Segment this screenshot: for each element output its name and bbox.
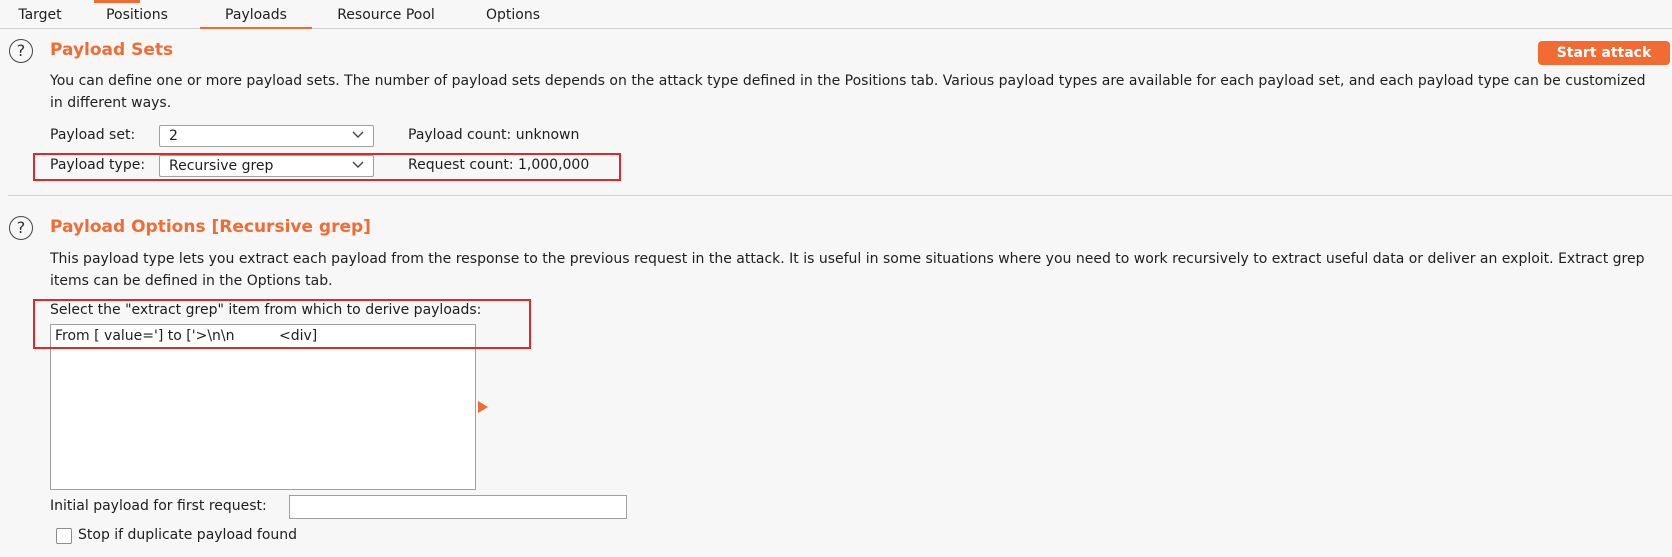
initial-payload-input[interactable] bbox=[289, 495, 627, 519]
payload-count-value: unknown bbox=[515, 127, 580, 143]
chevron-down-icon bbox=[352, 131, 364, 138]
payload-sets-description: You can define one or more payload sets.… bbox=[50, 73, 1646, 111]
payload-options-title: Payload Options [Recursive grep] bbox=[50, 217, 371, 237]
tab-payloads[interactable]: Payloads bbox=[200, 0, 312, 29]
payload-options-description: This payload type lets you extract each … bbox=[50, 251, 1645, 289]
highlight-box bbox=[33, 299, 531, 349]
arrow-right-icon[interactable] bbox=[478, 401, 488, 413]
stop-duplicate-label: Stop if duplicate payload found bbox=[78, 527, 298, 543]
tab-bar: Target Positions Payloads Resource Pool … bbox=[0, 0, 1672, 29]
section-divider bbox=[8, 195, 1672, 196]
payload-set-label: Payload set: bbox=[50, 127, 136, 143]
stop-duplicate-checkbox[interactable] bbox=[56, 528, 72, 544]
payload-set-select[interactable]: 2 bbox=[159, 125, 374, 147]
highlight-box bbox=[33, 153, 621, 181]
tab-options[interactable]: Options bbox=[482, 0, 544, 28]
payload-count-label: Payload count: unknown bbox=[408, 127, 580, 143]
tab-resource-pool[interactable]: Resource Pool bbox=[330, 0, 442, 28]
help-icon[interactable]: ? bbox=[9, 39, 33, 63]
payload-sets-title: Payload Sets bbox=[50, 40, 174, 60]
start-attack-button[interactable]: Start attack bbox=[1538, 41, 1670, 65]
help-icon[interactable]: ? bbox=[9, 216, 33, 240]
payload-set-value: 2 bbox=[169, 128, 178, 144]
tab-target[interactable]: Target bbox=[14, 0, 66, 28]
tab-positions[interactable]: Positions bbox=[100, 0, 174, 28]
initial-payload-label: Initial payload for first request: bbox=[50, 498, 267, 514]
